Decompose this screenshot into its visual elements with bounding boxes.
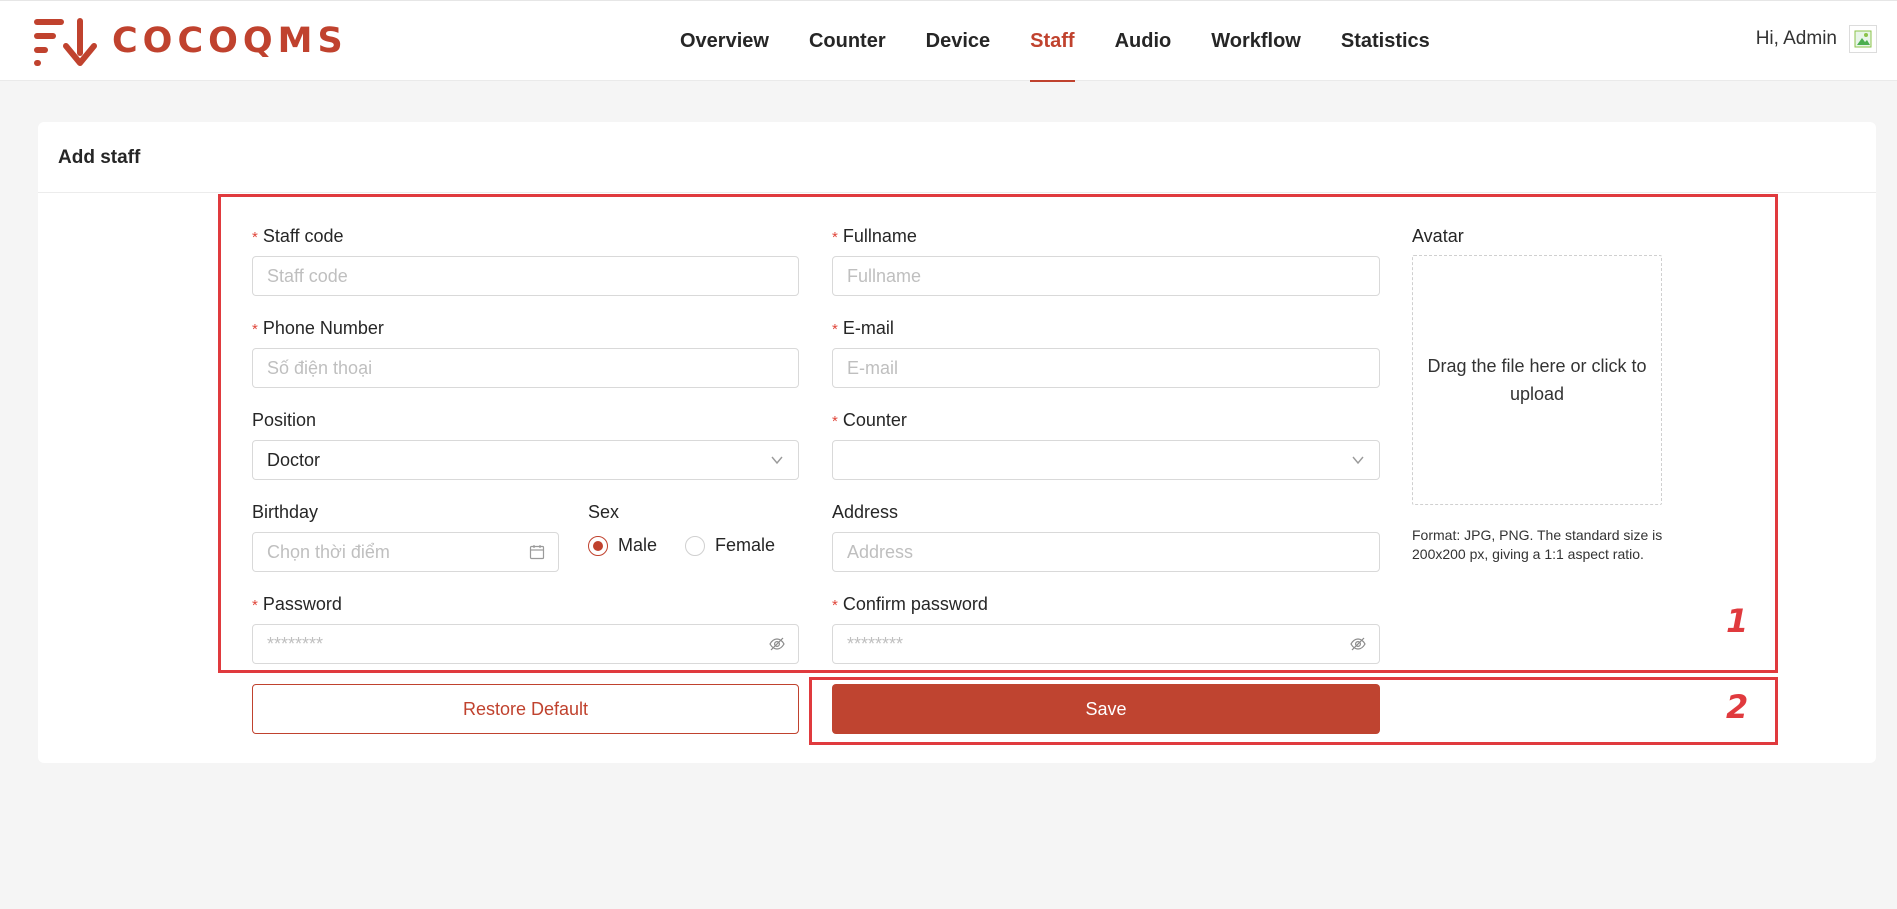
chevron-down-icon (1352, 456, 1364, 465)
required-mark: * (252, 229, 258, 246)
confirm-password-field (832, 624, 1380, 664)
user-menu[interactable]: Hi, Admin (1756, 25, 1877, 53)
position-label: Position (252, 410, 317, 430)
fullname-label: * Fullname (832, 226, 917, 246)
main-nav: Overview Counter Device Staff Audio Work… (660, 1, 1450, 82)
chevron-down-icon (771, 456, 783, 465)
nav-item-statistics[interactable]: Statistics (1321, 1, 1450, 82)
page-title: Add staff (38, 122, 1876, 193)
address-input[interactable] (832, 532, 1380, 572)
annotation-number-1: 1 (1726, 602, 1749, 640)
required-mark: * (832, 597, 838, 614)
staff-code-input[interactable] (252, 256, 799, 296)
user-greeting: Hi, Admin (1755, 28, 1837, 49)
email-label: * E-mail (832, 318, 894, 338)
counter-select[interactable] (832, 440, 1380, 480)
save-button[interactable]: Save (832, 684, 1380, 734)
required-mark: * (832, 321, 838, 338)
radio-female[interactable] (685, 535, 706, 556)
nav-item-staff[interactable]: Staff (1010, 1, 1094, 82)
birthday-label: Birthday (252, 502, 319, 522)
counter-label: * Counter (832, 410, 907, 430)
nav-item-audio[interactable]: Audio (1095, 1, 1192, 82)
eye-invisible-icon[interactable] (769, 636, 785, 652)
password-label: * Password (252, 594, 342, 614)
staff-code-label: * Staff code (252, 226, 344, 246)
required-mark: * (832, 413, 838, 430)
nav-item-device[interactable]: Device (906, 1, 1011, 82)
email-input[interactable] (832, 348, 1380, 388)
brand-logo[interactable]: COCOQMS (34, 15, 348, 67)
birthday-picker (252, 532, 559, 572)
sex-option-male[interactable]: Male (588, 535, 657, 556)
confirm-password-input[interactable] (832, 624, 1380, 664)
radio-male[interactable] (588, 535, 608, 556)
fullname-input[interactable] (832, 256, 1380, 296)
sex-option-label: Female (715, 535, 776, 555)
sex-option-label: Male (618, 535, 658, 555)
user-avatar-icon[interactable] (1849, 25, 1877, 53)
nav-item-workflow[interactable]: Workflow (1191, 1, 1321, 82)
annotation-number-2: 2 (1726, 688, 1749, 726)
confirm-password-label: * Confirm password (832, 594, 988, 614)
upload-text: Drag the file here or click to upload (1427, 356, 1647, 404)
brand-name: COCOQMS (112, 21, 348, 61)
restore-default-button[interactable]: Restore Default (252, 684, 799, 734)
sex-radio-group: Male Female (588, 535, 803, 556)
nav-item-overview[interactable]: Overview (660, 1, 789, 82)
nav-item-counter[interactable]: Counter (789, 1, 906, 82)
sex-option-female[interactable]: Female (685, 535, 775, 556)
phone-label: * Phone Number (252, 318, 384, 338)
avatar-upload-dropzone[interactable]: Drag the file here or click to upload (1412, 255, 1662, 505)
required-mark: * (252, 321, 258, 338)
position-select[interactable]: Doctor (252, 440, 799, 480)
sex-label: Sex (588, 502, 620, 522)
avatar-format-note: Format: JPG, PNG. The standard size is 2… (1412, 527, 1663, 562)
phone-input[interactable] (252, 348, 799, 388)
position-value: Doctor (267, 450, 321, 470)
calendar-icon[interactable] (529, 544, 545, 560)
required-mark: * (832, 229, 838, 246)
address-label: Address (832, 502, 899, 522)
birthday-input[interactable] (252, 532, 559, 572)
required-mark: * (252, 597, 258, 614)
top-header: COCOQMS Overview Counter Device Staff Au… (0, 0, 1897, 82)
eye-invisible-icon[interactable] (1350, 636, 1366, 652)
password-input[interactable] (252, 624, 799, 664)
avatar-label: Avatar (1412, 226, 1464, 246)
logo-icon (34, 18, 97, 66)
password-field (252, 624, 799, 664)
